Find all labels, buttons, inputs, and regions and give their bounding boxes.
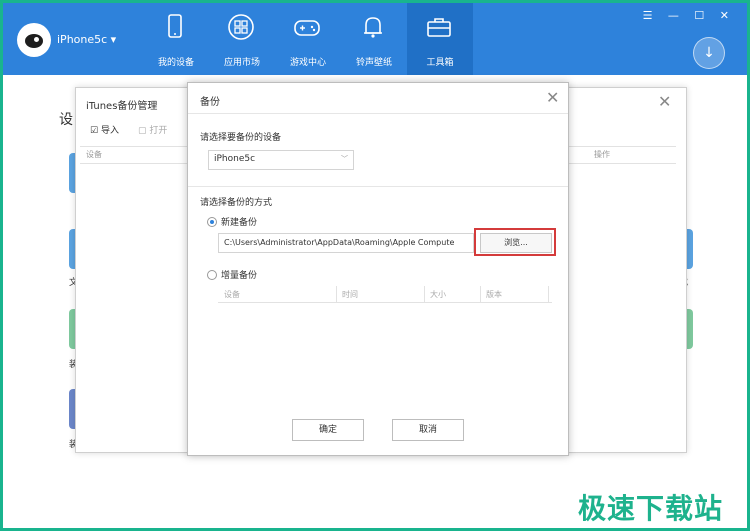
- divider: [188, 113, 568, 114]
- import-label: 导入: [100, 126, 119, 136]
- close-icon[interactable]: ✕: [658, 92, 671, 111]
- apps-icon: [228, 14, 254, 40]
- highlight-box: [474, 228, 556, 256]
- tab-ringtones-wallpapers[interactable]: 铃声壁纸: [341, 3, 407, 75]
- column-action: 操作: [594, 150, 610, 159]
- column-time: 时间: [342, 290, 358, 299]
- tab-game-center[interactable]: 游戏中心: [275, 3, 341, 75]
- tab-app-market[interactable]: 应用市场: [209, 3, 275, 75]
- download-button[interactable]: ↓: [693, 37, 725, 69]
- window-controls[interactable]: ☰ — ☐ ✕: [643, 9, 735, 22]
- select-device-label: 请选择要备份的设备: [200, 133, 282, 143]
- app-window: iPhone5c ▾ 我的设备 应用市场 游戏中心 铃声壁纸 工具箱 ☰ — ☐…: [0, 0, 750, 531]
- phone-icon: [168, 14, 182, 38]
- divider: [188, 186, 568, 187]
- chevron-down-icon: ﹀: [341, 155, 348, 163]
- tab-label: 工具箱: [426, 58, 454, 68]
- open-button[interactable]: ▢ 打开: [138, 123, 167, 136]
- bell-icon: [364, 17, 382, 38]
- device-dropdown[interactable]: iPhone5c ﹀: [208, 150, 354, 170]
- backup-path-value: C:\Users\Administrator\AppData\Roaming\A…: [224, 238, 455, 247]
- open-icon: ▢: [138, 126, 147, 136]
- column-size: 大小: [430, 290, 446, 299]
- toolbox-icon: [427, 18, 451, 37]
- itunes-window-title: iTunes备份管理: [86, 101, 158, 112]
- incremental-table-header: 设备 时间 大小 版本: [218, 286, 552, 303]
- cancel-button[interactable]: 取消: [392, 419, 464, 441]
- column-device: 设备: [86, 150, 102, 159]
- background-tile[interactable]: [687, 229, 693, 269]
- column-divider: [424, 286, 425, 302]
- import-icon: ☑: [90, 126, 99, 136]
- incremental-backup-radio[interactable]: [207, 270, 217, 280]
- column-divider: [336, 286, 337, 302]
- device-dropdown-value: iPhone5c: [214, 154, 256, 164]
- download-icon: ↓: [703, 45, 715, 61]
- device-selector[interactable]: iPhone5c ▾: [57, 33, 116, 46]
- background-tile[interactable]: [687, 309, 693, 349]
- dialog-title: 备份: [200, 97, 220, 108]
- column-divider: [548, 286, 549, 302]
- column-device: 设备: [224, 290, 240, 299]
- gamepad-icon: [294, 20, 320, 36]
- tab-label: 应用市场: [223, 58, 260, 68]
- app-logo: [17, 23, 51, 57]
- ok-button[interactable]: 确定: [292, 419, 364, 441]
- backup-path-input[interactable]: C:\Users\Administrator\AppData\Roaming\A…: [218, 233, 474, 253]
- close-icon[interactable]: ✕: [546, 88, 559, 107]
- tab-my-device[interactable]: 我的设备: [143, 3, 209, 75]
- backup-dialog: 备份 ✕ 请选择要备份的设备 iPhone5c ﹀ 请选择备份的方式 新建备份 …: [187, 82, 569, 456]
- tab-label: 我的设备: [157, 58, 194, 68]
- new-backup-label[interactable]: 新建备份: [221, 215, 257, 228]
- incremental-backup-label[interactable]: 增量备份: [221, 268, 257, 281]
- tab-label: 游戏中心: [289, 58, 326, 68]
- tab-label: 铃声壁纸: [355, 58, 392, 68]
- tab-toolbox[interactable]: 工具箱: [407, 3, 473, 75]
- top-navigation-bar: iPhone5c ▾ 我的设备 应用市场 游戏中心 铃声壁纸 工具箱 ☰ — ☐…: [3, 3, 747, 75]
- column-divider: [480, 286, 481, 302]
- new-backup-radio[interactable]: [207, 217, 217, 227]
- select-method-label: 请选择备份的方式: [200, 198, 273, 208]
- open-label: 打开: [149, 126, 168, 136]
- watermark: 极速下载站: [578, 492, 724, 525]
- column-version: 版本: [486, 290, 502, 299]
- import-button[interactable]: ☑ 导入: [90, 123, 119, 136]
- background-title: 设: [59, 112, 73, 128]
